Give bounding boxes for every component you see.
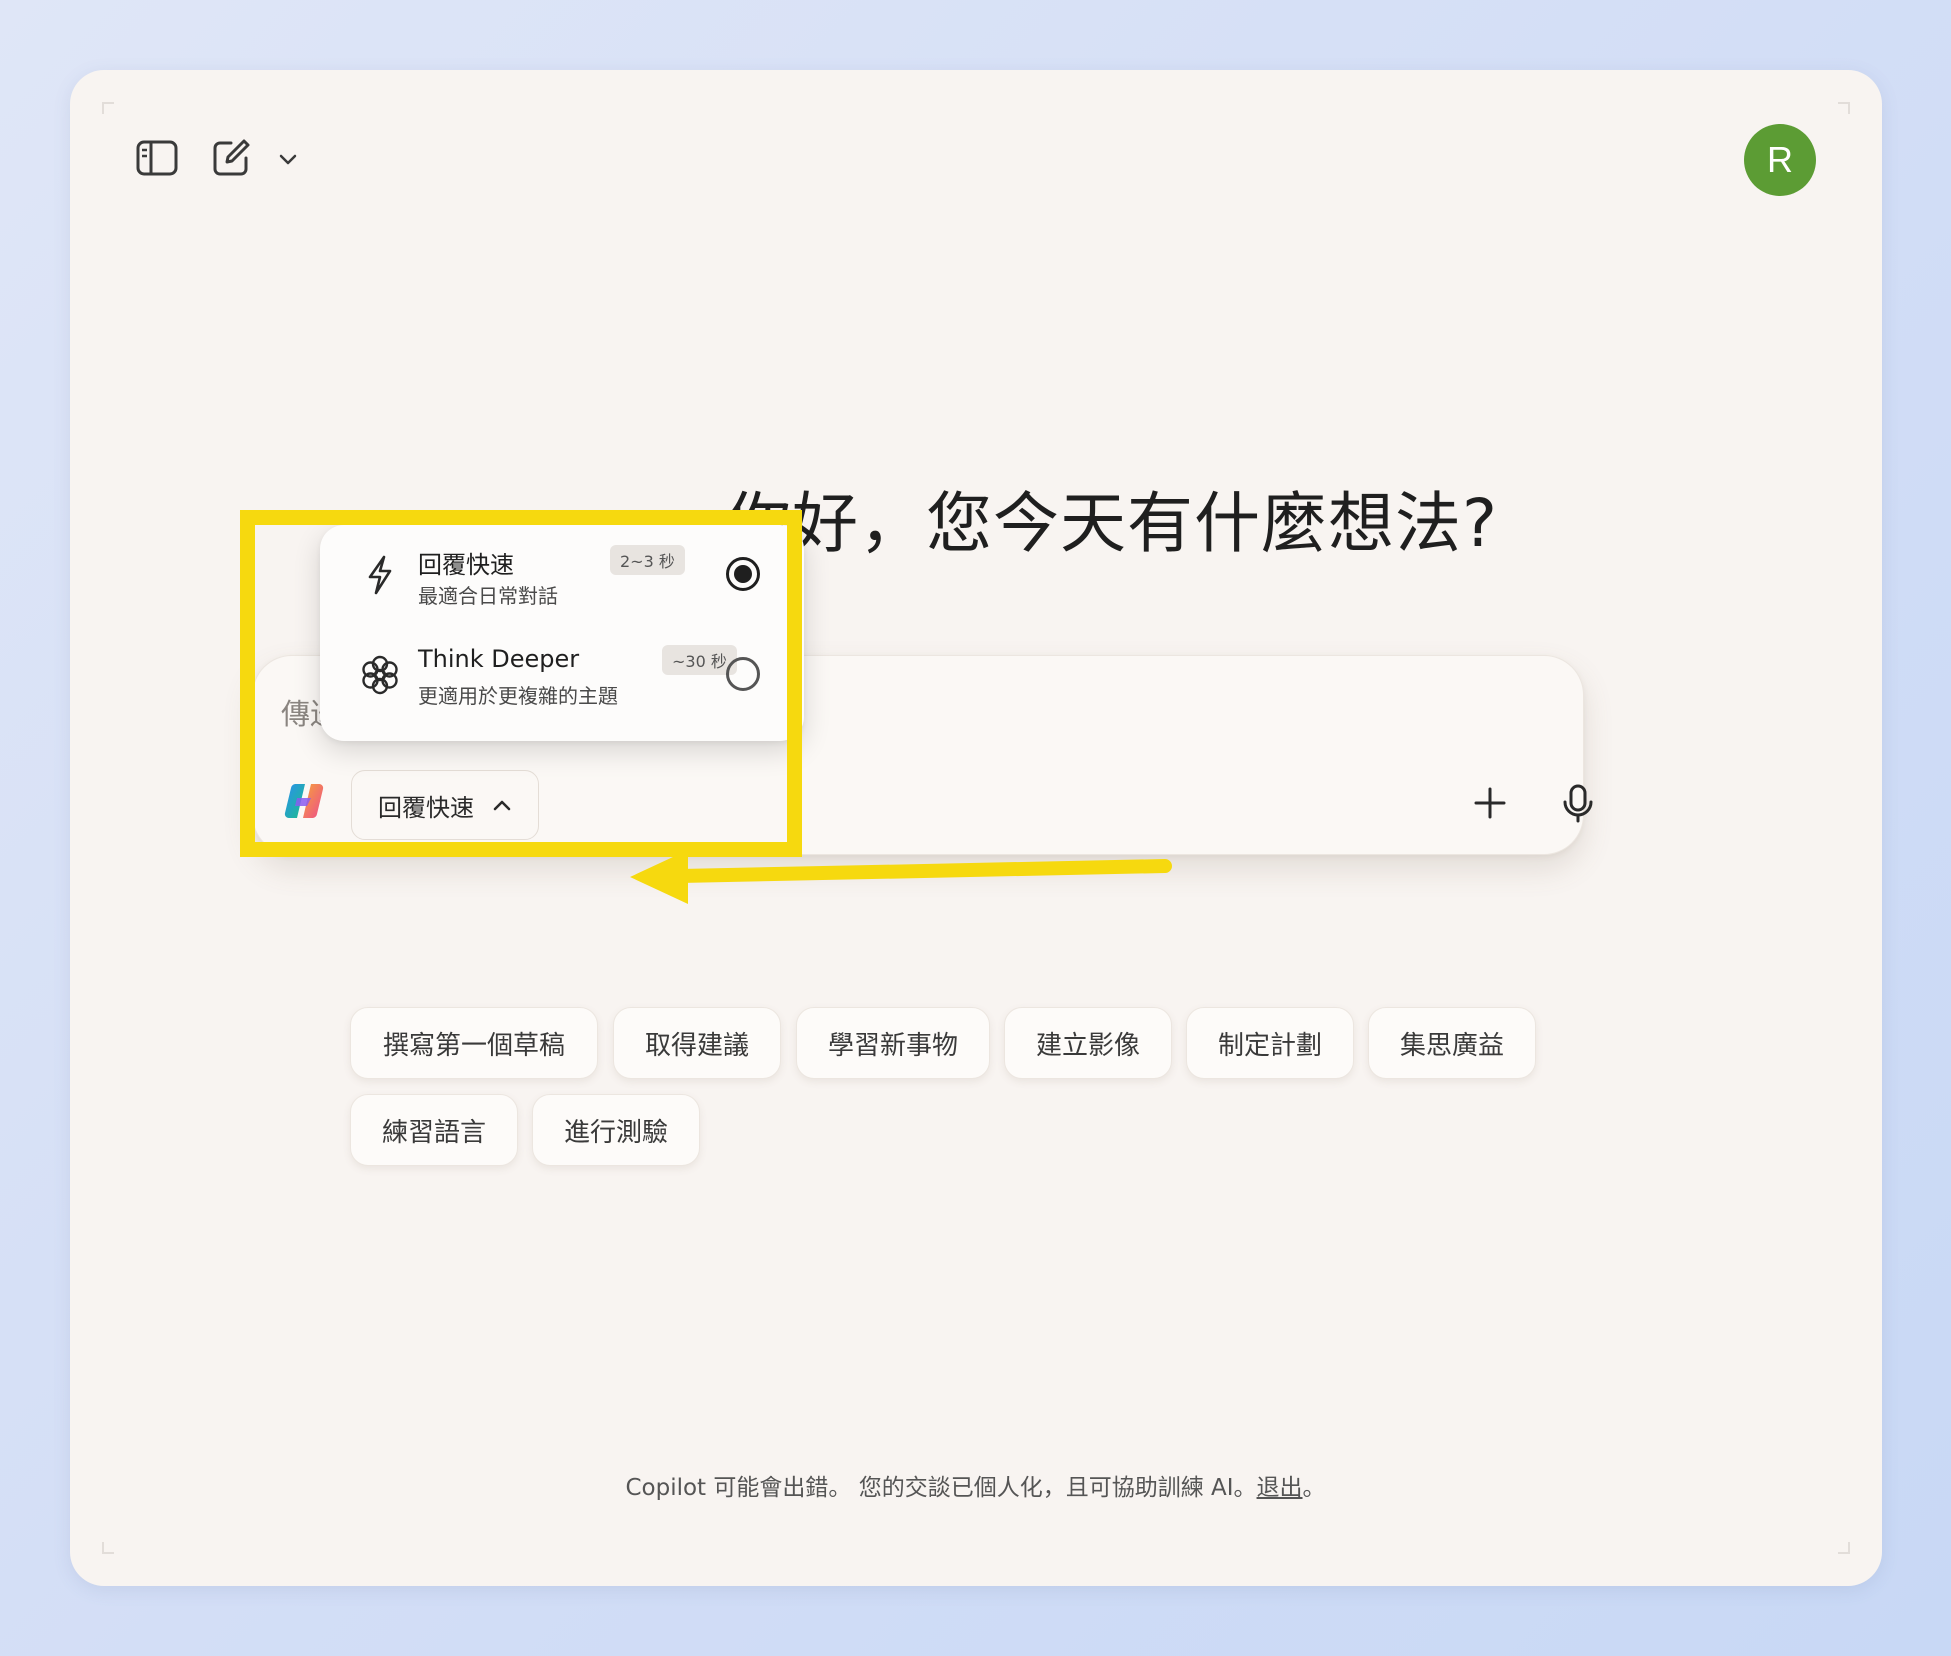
suggestion-chip[interactable]: 取得建議: [613, 1007, 781, 1079]
new-chat-icon: [213, 139, 250, 176]
user-avatar[interactable]: R: [1744, 124, 1816, 196]
mode-option-radio-selected[interactable]: [726, 557, 760, 591]
mode-option-fast[interactable]: 回覆快速 2~3 秒 最適合日常對話: [320, 525, 804, 625]
mode-option-title: 回覆快速: [418, 551, 514, 579]
suggestion-chip[interactable]: 練習語言: [350, 1094, 518, 1166]
new-chat-button[interactable]: [208, 135, 254, 181]
chevron-down-icon: [279, 154, 297, 165]
microphone-icon: [1563, 784, 1593, 823]
footer-end: 。: [1302, 1475, 1326, 1501]
lightning-icon: [368, 555, 392, 595]
sidebar-toggle-icon: [136, 140, 178, 176]
greeting-heading: 你好，您今天有什麼想法?: [725, 485, 1499, 562]
mode-option-title: Think Deeper: [418, 645, 580, 673]
microphone-button[interactable]: [1553, 778, 1603, 828]
corner-mark: [1838, 1542, 1850, 1554]
mode-option-description: 更適用於更複雜的主題: [418, 684, 618, 708]
plus-icon: [1474, 787, 1506, 819]
chevron-up-icon: [493, 800, 511, 811]
response-mode-menu: 回覆快速 2~3 秒 最適合日常對話 Think Deeper ~30 秒 更適…: [320, 525, 804, 741]
corner-mark: [102, 102, 114, 114]
mode-option-radio[interactable]: [726, 657, 760, 691]
suggestion-chip[interactable]: 進行測驗: [532, 1094, 700, 1166]
flower-icon: [362, 655, 398, 695]
history-dropdown-button[interactable]: [274, 145, 302, 173]
corner-mark: [102, 1542, 114, 1554]
mode-option-think-deeper[interactable]: Think Deeper ~30 秒 更適用於更複雜的主題: [320, 625, 804, 725]
add-attachment-button[interactable]: [1465, 778, 1515, 828]
response-mode-button[interactable]: 回覆快速: [351, 770, 539, 840]
mode-option-badge: 2~3 秒: [610, 545, 685, 575]
opt-out-link[interactable]: 退出: [1257, 1475, 1303, 1501]
suggestion-chip[interactable]: 制定計劃: [1186, 1007, 1354, 1079]
corner-mark: [1838, 102, 1850, 114]
suggestion-chip[interactable]: 撰寫第一個草稿: [350, 1007, 598, 1079]
response-mode-label: 回覆快速: [378, 793, 474, 822]
footer-text: Copilot 可能會出錯。 您的交談已個人化，且可協助訓練 AI。: [625, 1475, 1257, 1501]
suggestion-chip[interactable]: 學習新事物: [796, 1007, 990, 1079]
sidebar-toggle-button[interactable]: [134, 135, 180, 181]
suggestion-chip[interactable]: 集思廣益: [1368, 1007, 1536, 1079]
suggestion-chip[interactable]: 建立影像: [1004, 1007, 1172, 1079]
mode-option-description: 最適合日常對話: [418, 584, 558, 608]
copilot-logo: [283, 780, 325, 822]
footer-disclaimer: Copilot 可能會出錯。 您的交談已個人化，且可協助訓練 AI。退出。: [0, 1468, 1951, 1502]
